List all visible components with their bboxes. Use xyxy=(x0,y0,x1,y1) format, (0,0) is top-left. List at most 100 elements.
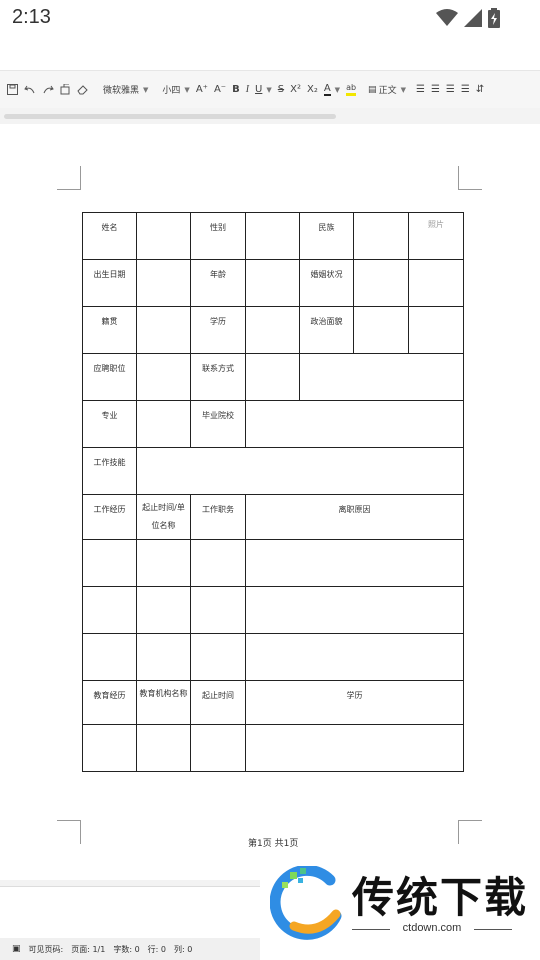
cell-value[interactable] xyxy=(136,539,191,587)
cell-label-marital[interactable]: 婚姻状况 xyxy=(299,259,354,307)
cell-label-school[interactable]: 毕业院校 xyxy=(190,400,246,448)
italic-button[interactable]: I xyxy=(243,79,252,101)
line-number: 行: 0 xyxy=(147,944,166,954)
redo-icon[interactable] xyxy=(39,79,57,101)
cell-value[interactable] xyxy=(136,586,191,634)
page-footer-text: 第1页 共1页 xyxy=(248,839,299,849)
chevron-down-icon: ▼ xyxy=(184,85,190,94)
cell-value[interactable] xyxy=(245,259,300,307)
cell-value[interactable] xyxy=(245,353,300,401)
cell-value[interactable] xyxy=(190,633,246,681)
grow-font-button[interactable]: A⁺ xyxy=(193,79,211,101)
cell-value[interactable] xyxy=(136,353,191,401)
line-spacing-icon[interactable]: ⇵ xyxy=(473,79,487,101)
font-color-button[interactable]: A ▼ xyxy=(321,79,343,101)
cell-label-period[interactable]: 起止时间 xyxy=(190,680,246,725)
chevron-down-icon: ▼ xyxy=(143,85,149,94)
save-icon[interactable] xyxy=(4,79,21,101)
document-page: 姓名 性别 民族 照片 出生日期 年龄 婚姻状况 籍贯 学历 政治面貌 应聘职位… xyxy=(0,124,540,844)
align-right-icon[interactable]: ☰ xyxy=(443,79,458,101)
cell-value[interactable] xyxy=(245,306,300,354)
cell-value[interactable] xyxy=(136,212,191,260)
cell-value[interactable] xyxy=(245,212,300,260)
cell-label-education[interactable]: 教育经历 xyxy=(82,680,137,725)
cell-value[interactable] xyxy=(245,539,464,587)
cell-value[interactable] xyxy=(82,586,137,634)
cell-value[interactable] xyxy=(353,212,409,260)
cell-label-major[interactable]: 专业 xyxy=(82,400,137,448)
wifi-icon xyxy=(436,9,458,26)
cell-value[interactable] xyxy=(245,633,464,681)
cell-label-political[interactable]: 政治面貌 xyxy=(299,306,354,354)
cell-value[interactable] xyxy=(82,724,137,772)
site-watermark: 传统下载 ctdown.com xyxy=(260,854,540,960)
editor-toolbar: 微软雅黑 ▼ 小四 ▼ A⁺ A⁻ B I U ▼ S X² X₂ A ▼ ab ▤ 正文… xyxy=(0,70,540,108)
watermark-logo-icon xyxy=(270,866,342,940)
cell-label-name[interactable]: 姓名 xyxy=(82,212,137,260)
strikethrough-button[interactable]: S xyxy=(275,79,287,101)
cell-value[interactable] xyxy=(408,259,464,307)
cell-label-period-unit[interactable]: 起止时间/单位名称 xyxy=(136,494,191,540)
subscript-button[interactable]: X₂ xyxy=(304,79,321,101)
cell-label-position[interactable]: 应聘职位 xyxy=(82,353,137,401)
cell-label-gender[interactable]: 性别 xyxy=(190,212,246,260)
align-center-icon[interactable]: ☰ xyxy=(428,79,443,101)
cell-value[interactable] xyxy=(136,633,191,681)
cell-label-birth[interactable]: 出生日期 xyxy=(82,259,137,307)
underline-button[interactable]: U ▼ xyxy=(252,79,275,101)
cell-value[interactable] xyxy=(136,400,191,448)
superscript-button[interactable]: X² xyxy=(287,79,304,101)
cell-value[interactable] xyxy=(190,724,246,772)
cell-value[interactable] xyxy=(136,447,464,495)
highlight-button[interactable]: ab xyxy=(343,79,359,101)
paragraph-icon: ▤ xyxy=(368,84,377,95)
cell-label-institution[interactable]: 教育机构名称 xyxy=(136,680,191,725)
paragraph-style-select[interactable]: ▤ 正文 ▼ xyxy=(365,79,409,101)
page-corner-mark xyxy=(458,166,482,190)
app-header-area xyxy=(0,36,540,70)
cell-label-degree[interactable]: 学历 xyxy=(245,680,464,725)
watermark-url: ctdown.com xyxy=(352,922,512,934)
cell-value[interactable] xyxy=(245,400,464,448)
signal-icon xyxy=(464,9,482,27)
cell-label-ethnic[interactable]: 民族 xyxy=(299,212,354,260)
cell-label-edu[interactable]: 学历 xyxy=(190,306,246,354)
cell-value[interactable] xyxy=(190,539,246,587)
cell-value[interactable] xyxy=(353,306,409,354)
cell-label-leave[interactable]: 离职原因 xyxy=(245,494,464,540)
cell-value[interactable] xyxy=(299,353,464,401)
font-size-select[interactable]: 小四 ▼ xyxy=(159,79,192,101)
cell-value[interactable] xyxy=(245,586,464,634)
cell-label-native[interactable]: 籍贯 xyxy=(82,306,137,354)
cell-value[interactable] xyxy=(136,306,191,354)
bold-button[interactable]: B xyxy=(229,79,243,101)
toolbar-scrollbar[interactable] xyxy=(4,114,336,119)
font-name-select[interactable]: 微软雅黑 ▼ xyxy=(100,79,151,101)
format-painter-icon[interactable] xyxy=(57,79,74,101)
cell-label-photo[interactable]: 照片 xyxy=(408,212,464,260)
cell-value[interactable] xyxy=(136,259,191,307)
cell-label-age[interactable]: 年龄 xyxy=(190,259,246,307)
cell-label-work[interactable]: 工作经历 xyxy=(82,494,137,540)
cell-value[interactable] xyxy=(82,633,137,681)
cell-value[interactable] xyxy=(353,259,409,307)
align-left-icon[interactable]: ☰ xyxy=(413,79,428,101)
undo-icon[interactable] xyxy=(21,79,39,101)
eraser-icon[interactable] xyxy=(74,79,92,101)
cell-label-skills[interactable]: 工作技能 xyxy=(82,447,137,495)
align-justify-icon[interactable]: ☰ xyxy=(458,79,473,101)
cell-value[interactable] xyxy=(245,724,464,772)
cell-value[interactable] xyxy=(136,724,191,772)
page-count: 页面: 1/1 xyxy=(71,944,106,954)
status-bar: 2:13 xyxy=(0,0,540,36)
chevron-down-icon: ▼ xyxy=(266,85,272,94)
page-corner-mark xyxy=(57,820,81,844)
cell-value[interactable] xyxy=(190,586,246,634)
cell-label-contact[interactable]: 联系方式 xyxy=(190,353,246,401)
cell-label-duty[interactable]: 工作职务 xyxy=(190,494,246,540)
shrink-font-button[interactable]: A⁻ xyxy=(211,79,229,101)
cell-value[interactable] xyxy=(82,539,137,587)
visible-pages-icon: ▣ xyxy=(12,944,21,954)
cell-value[interactable] xyxy=(408,306,464,354)
page-corner-mark xyxy=(458,820,482,844)
